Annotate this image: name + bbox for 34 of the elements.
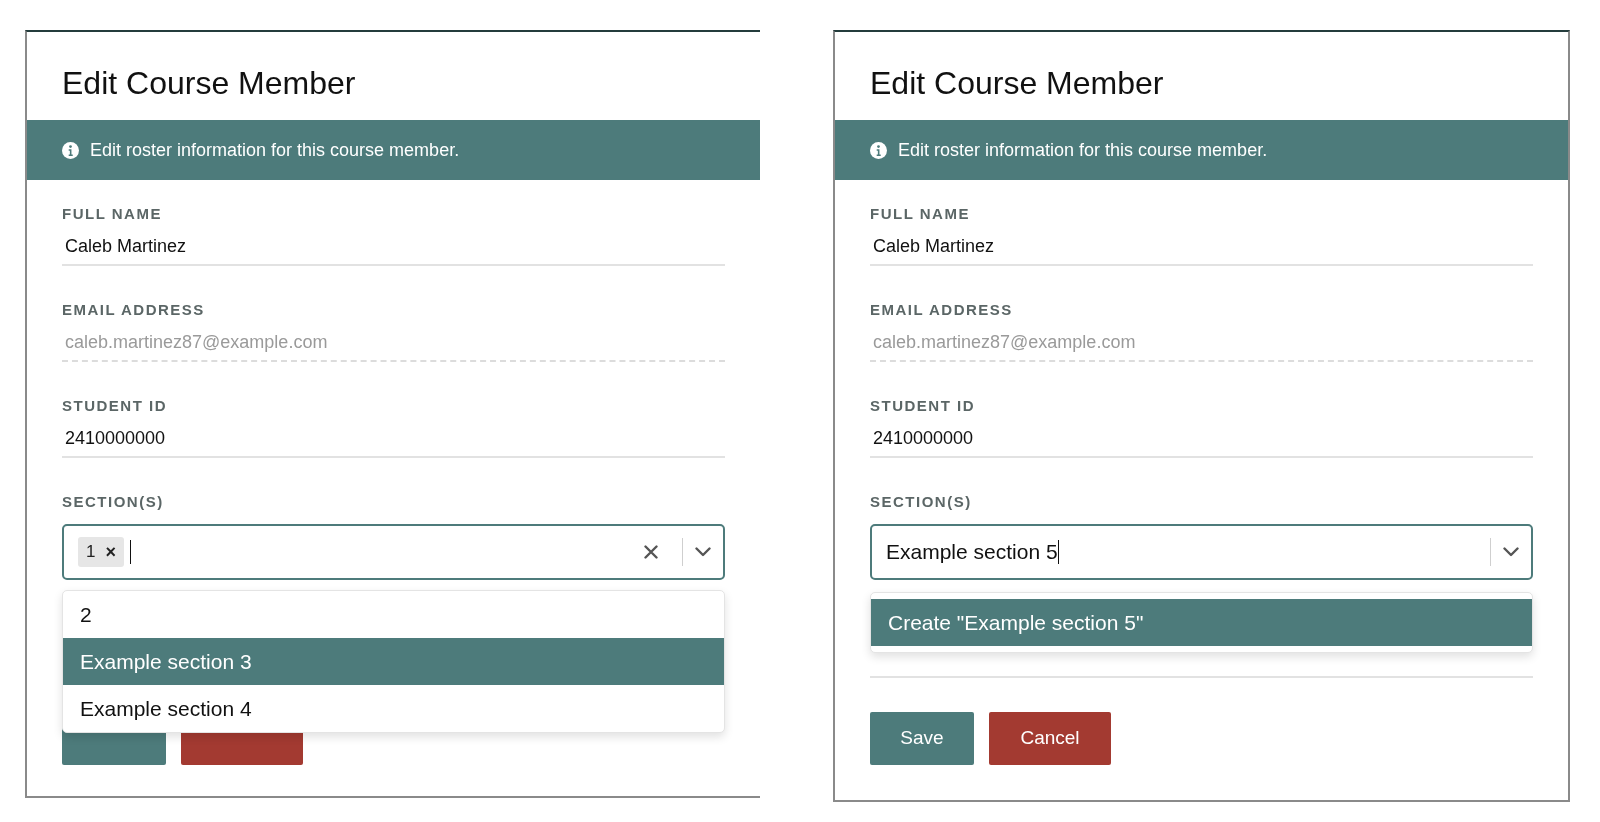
field-label: SECTION(S): [870, 492, 973, 512]
info-icon: [870, 141, 887, 159]
field-label: FULL NAME: [870, 204, 971, 224]
dialog-title: Edit Course Member: [870, 67, 1164, 99]
field-label: STUDENT ID: [870, 396, 976, 416]
text-cursor: [1057, 540, 1060, 564]
text-field[interactable]: Caleb Martinez: [62, 228, 725, 266]
tag-label: 1: [86, 541, 96, 564]
info-icon: [62, 141, 79, 159]
text-field[interactable]: Caleb Martinez: [870, 228, 1533, 266]
clear-icon[interactable]: [644, 545, 658, 559]
section-select[interactable]: Example section 5: [870, 524, 1533, 580]
banner-text: Edit roster information for this course member.: [90, 138, 460, 162]
field-label: STUDENT ID: [62, 396, 168, 416]
section-select[interactable]: 1 ×: [62, 524, 725, 580]
field-label: EMAIL ADDRESS: [870, 300, 1014, 320]
field-label: EMAIL ADDRESS: [62, 300, 206, 320]
menu-option[interactable]: Example section 4: [63, 685, 724, 732]
tag-remove-button[interactable]: ×: [105, 543, 116, 561]
menu-option[interactable]: 2: [63, 591, 724, 638]
chevron-down-icon[interactable]: [1503, 547, 1519, 557]
chevron-down-icon[interactable]: [695, 547, 711, 557]
field-label: FULL NAME: [62, 204, 163, 224]
save-button[interactable]: Save: [870, 712, 974, 765]
cancel-button[interactable]: Cancel: [989, 712, 1111, 765]
text-field[interactable]: 2410000000: [870, 420, 1533, 458]
field-label: SECTION(S): [62, 492, 165, 512]
text-cursor: [130, 540, 132, 564]
menu-option[interactable]: Create "Example section 5": [871, 599, 1532, 646]
dialog-title: Edit Course Member: [62, 67, 356, 99]
menu-option[interactable]: Example section 3: [63, 638, 724, 685]
text-field[interactable]: 2410000000: [62, 420, 725, 458]
select-input-text[interactable]: Example section 5: [886, 536, 1058, 568]
banner-text: Edit roster information for this course member.: [898, 138, 1268, 162]
